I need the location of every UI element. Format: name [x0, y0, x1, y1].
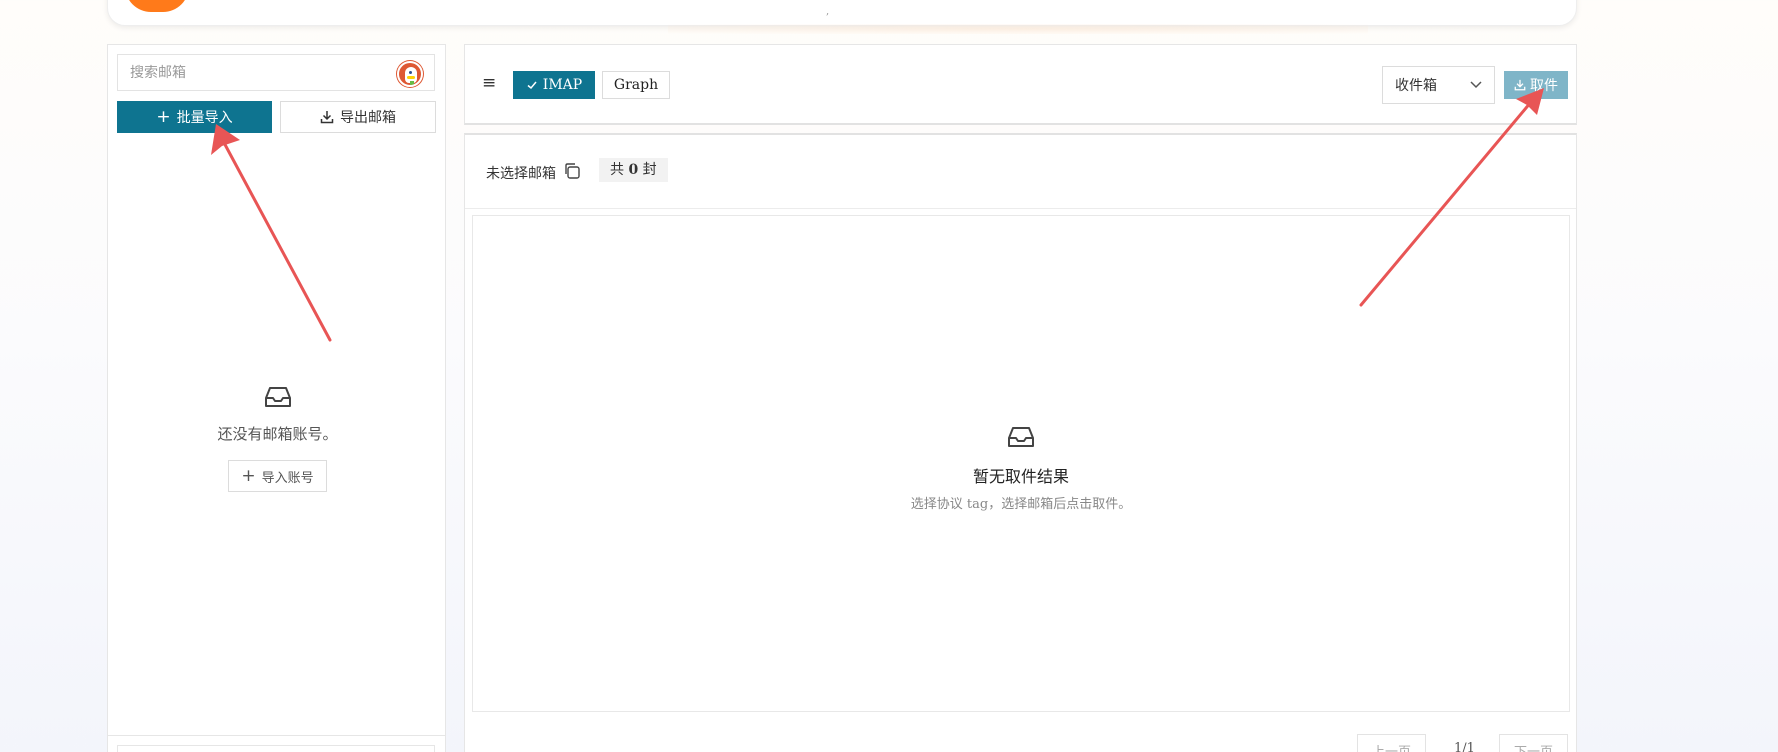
- fetch-label: 取件: [1530, 78, 1558, 94]
- next-page-button[interactable]: 下一页: [1499, 734, 1569, 752]
- tab-graph[interactable]: Graph: [602, 71, 670, 99]
- fetch-mail-button[interactable]: 取件: [1504, 71, 1568, 99]
- batch-import-label: 批量导入: [176, 110, 233, 126]
- mail-count-badge: 共 0 封: [599, 158, 668, 182]
- folder-select-value: 收件箱: [1395, 78, 1437, 94]
- batch-import-button[interactable]: + 批量导入: [117, 101, 272, 133]
- menu-icon[interactable]: ≡: [482, 73, 496, 93]
- page-indicator: 1/1: [1454, 741, 1475, 752]
- top-header-bar: ,: [107, 0, 1577, 34]
- empty-results-state: 暂无取件结果 选择协议 tag，选择邮箱后点击取件。: [473, 425, 1569, 512]
- mail-list-area: 暂无取件结果 选择协议 tag，选择邮箱后点击取件。: [472, 215, 1570, 712]
- header-dot: ,: [826, 6, 830, 17]
- inbox-tray-icon: [264, 387, 291, 407]
- download-icon: [320, 111, 334, 124]
- inbox-tray-icon: [1008, 427, 1034, 447]
- tab-imap[interactable]: IMAP: [513, 71, 595, 99]
- mail-count-value: 0: [628, 162, 639, 178]
- mail-results-panel: 未选择邮箱 共 0 封 暂无取件结果 选择协议 tag，选择邮箱后点击取件。 上…: [464, 133, 1577, 752]
- empty-accounts-message: 还没有邮箱账号。: [217, 425, 338, 443]
- mailbox-sidebar: + 批量导入 导出邮箱 还没有邮箱账号。 + 导入账号: [107, 44, 446, 752]
- sidebar-empty-state: 还没有邮箱账号。 + 导入账号: [108, 385, 447, 492]
- chevron-down-icon: [1470, 81, 1482, 89]
- search-input[interactable]: [118, 55, 388, 90]
- import-account-button[interactable]: + 导入账号: [228, 460, 327, 492]
- plus-icon: +: [241, 465, 256, 486]
- export-label: 导出邮箱: [340, 110, 396, 126]
- export-mailbox-button[interactable]: 导出邮箱: [280, 101, 436, 133]
- empty-results-subtitle: 选择协议 tag，选择邮箱后点击取件。: [910, 497, 1132, 512]
- folder-select[interactable]: 收件箱: [1382, 66, 1495, 104]
- prev-page-button[interactable]: 上一页: [1357, 734, 1427, 752]
- mailbox-header: 未选择邮箱 共 0 封: [465, 135, 1576, 209]
- sidebar-footer-box: [117, 745, 435, 752]
- check-icon: [527, 81, 537, 90]
- main-toolbar: ≡ IMAP Graph 收件箱 取件: [464, 44, 1577, 125]
- download-icon: [1514, 79, 1526, 91]
- duckduckgo-icon[interactable]: [397, 61, 423, 87]
- selected-mailbox-label: 未选择邮箱: [486, 166, 556, 182]
- search-box: [117, 54, 435, 91]
- tab-imap-label: IMAP: [542, 77, 583, 93]
- import-account-label: 导入账号: [261, 470, 314, 486]
- empty-results-title: 暂无取件结果: [972, 467, 1069, 486]
- sidebar-divider: [108, 735, 445, 736]
- pagination: 上一页 1/1 下一页: [465, 726, 1576, 752]
- plus-icon: +: [156, 106, 171, 127]
- app-logo: [125, 0, 189, 12]
- copy-icon[interactable]: [563, 162, 581, 180]
